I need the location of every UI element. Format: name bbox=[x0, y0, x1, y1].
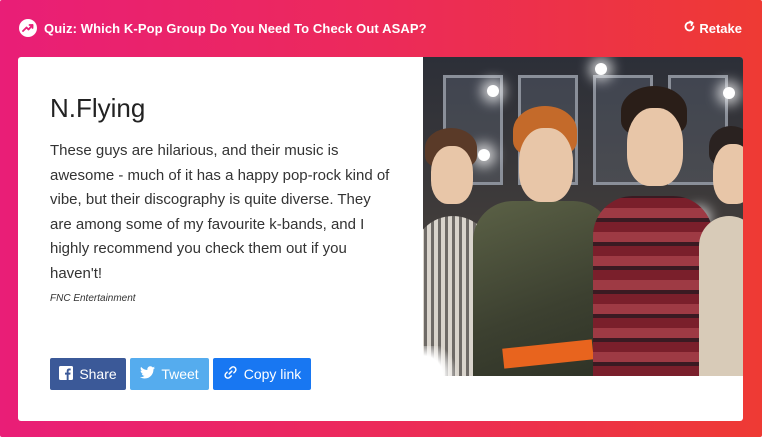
member-figure bbox=[593, 86, 713, 376]
photo-corner bbox=[423, 346, 463, 376]
group-photo bbox=[423, 57, 743, 376]
stage-light bbox=[723, 87, 735, 99]
twitter-tweet-label: Tweet bbox=[161, 366, 199, 382]
share-buttons: Share Tweet Copy link bbox=[50, 358, 311, 390]
facebook-share-label: Share bbox=[79, 366, 117, 382]
result-card: N.Flying These guys are hilarious, and t… bbox=[18, 57, 743, 421]
link-icon bbox=[223, 365, 238, 383]
twitter-tweet-button[interactable]: Tweet bbox=[130, 358, 209, 390]
image-credit: FNC Entertainment bbox=[50, 293, 136, 304]
refresh-icon bbox=[683, 20, 696, 36]
result-title: N.Flying bbox=[50, 93, 146, 123]
quiz-title: Quiz: Which K-Pop Group Do You Need To C… bbox=[44, 21, 427, 36]
facebook-share-button[interactable]: Share bbox=[50, 358, 126, 390]
stage-light bbox=[595, 63, 607, 75]
retake-label: Retake bbox=[699, 20, 742, 36]
stage-light bbox=[487, 85, 499, 97]
trending-icon bbox=[19, 19, 37, 37]
facebook-icon bbox=[59, 365, 74, 383]
quiz-result-frame: Quiz: Which K-Pop Group Do You Need To C… bbox=[0, 0, 762, 437]
copy-link-button[interactable]: Copy link bbox=[213, 358, 311, 390]
retake-button[interactable]: Retake bbox=[683, 20, 742, 36]
member-figure bbox=[473, 106, 613, 376]
copy-link-label: Copy link bbox=[243, 366, 302, 382]
member-figure bbox=[699, 106, 743, 376]
result-description: These guys are hilarious, and their musi… bbox=[50, 142, 390, 282]
quiz-header: Quiz: Which K-Pop Group Do You Need To C… bbox=[0, 0, 762, 56]
twitter-bird-icon bbox=[140, 366, 156, 382]
